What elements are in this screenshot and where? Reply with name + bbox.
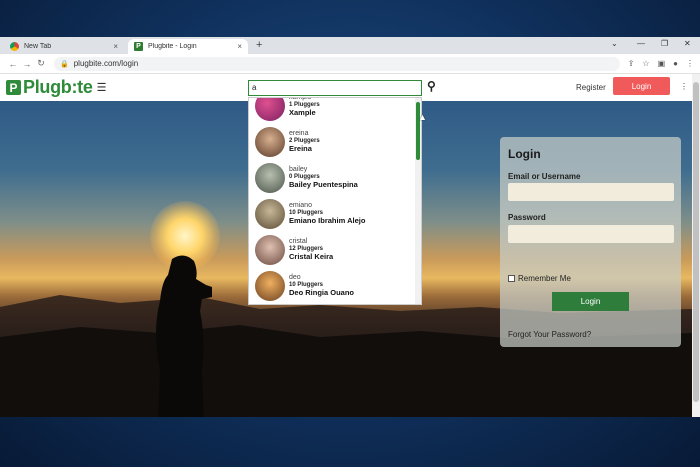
login-button[interactable]: Login bbox=[613, 77, 670, 95]
list-item[interactable]: bailey 0 Pluggers Bailey Puentespina bbox=[255, 160, 415, 196]
result-name: Ereina bbox=[289, 144, 312, 154]
reload-icon[interactable]: ↻ bbox=[34, 58, 48, 69]
minimize-button[interactable]: — bbox=[637, 39, 645, 48]
photographer-silhouette bbox=[156, 255, 212, 417]
menu-icon[interactable]: ⋮ bbox=[686, 59, 694, 68]
tab-title: New Tab bbox=[24, 43, 52, 50]
result-name: Xample bbox=[289, 108, 316, 118]
result-username: bailey bbox=[289, 166, 308, 174]
back-icon[interactable]: ← bbox=[6, 59, 20, 69]
avatar bbox=[255, 199, 285, 229]
result-username: ereina bbox=[289, 130, 309, 138]
list-item[interactable]: xample 1 Pluggers Xample bbox=[255, 98, 415, 124]
dropdown-scrollbar[interactable] bbox=[415, 98, 421, 304]
profile-icon[interactable]: ● bbox=[673, 59, 678, 68]
avatar bbox=[255, 235, 285, 265]
plugbite-logo[interactable]: P Plugb:te bbox=[6, 77, 93, 98]
avatar bbox=[255, 127, 285, 157]
sidebar-icon[interactable]: ▣ bbox=[658, 59, 666, 68]
close-tab-icon[interactable]: × bbox=[237, 42, 242, 51]
mouse-cursor-icon: ▲ bbox=[418, 112, 427, 122]
address-bar: ← → ↻ 🔒 plugbite.com/login ⇪ ☆ ▣ ● ⋮ bbox=[0, 54, 700, 74]
register-link[interactable]: Register bbox=[576, 83, 606, 92]
tab-plugbite-login[interactable]: P Plugbite - Login × bbox=[128, 39, 248, 54]
logo-text: Plugb:te bbox=[23, 77, 93, 97]
remember-checkbox[interactable] bbox=[508, 275, 515, 282]
tab-strip: New Tab × P Plugbite - Login × + ⌄ — ❐ ✕ bbox=[0, 37, 700, 54]
search-input[interactable]: a bbox=[248, 80, 422, 96]
list-item[interactable]: deo 10 Pluggers Deo Ringia Ouano bbox=[255, 268, 415, 304]
result-name: Cristal Keira bbox=[289, 252, 334, 262]
password-label: Password bbox=[508, 213, 546, 222]
forgot-password-link[interactable]: Forgot Your Password? bbox=[508, 330, 591, 339]
result-username: emiano bbox=[289, 202, 312, 210]
email-field[interactable] bbox=[508, 183, 674, 201]
chrome-icon bbox=[10, 42, 19, 51]
list-item[interactable]: cristal 12 Pluggers Cristal Keira bbox=[255, 232, 415, 268]
avatar bbox=[255, 271, 285, 301]
close-tab-icon[interactable]: × bbox=[113, 42, 118, 51]
tab-new-tab[interactable]: New Tab × bbox=[4, 39, 124, 54]
restore-button[interactable]: ❐ bbox=[661, 39, 668, 48]
forward-icon[interactable]: → bbox=[20, 59, 34, 69]
login-title: Login bbox=[508, 147, 541, 161]
password-field[interactable] bbox=[508, 225, 674, 243]
result-name: Bailey Puentespina bbox=[289, 180, 358, 190]
login-panel: Login Email or Username Password Remembe… bbox=[500, 137, 681, 347]
result-name: Emiano Ibrahim Alejo bbox=[289, 216, 366, 226]
list-item[interactable]: emiano 10 Pluggers Emiano Ibrahim Alejo bbox=[255, 196, 415, 232]
result-username: deo bbox=[289, 274, 301, 282]
submit-login-button[interactable]: Login bbox=[552, 292, 629, 311]
remember-me[interactable]: Remember Me bbox=[508, 274, 571, 283]
list-item[interactable]: ereina 2 Pluggers Ereina bbox=[255, 124, 415, 160]
avatar bbox=[255, 98, 285, 121]
close-window-button[interactable]: ✕ bbox=[684, 39, 691, 48]
result-name: Deo Ringia Ouano bbox=[289, 288, 355, 298]
result-username: cristal bbox=[289, 238, 308, 246]
url-field[interactable]: 🔒 plugbite.com/login bbox=[54, 56, 620, 71]
hamburger-menu-icon[interactable]: ☰ bbox=[97, 81, 107, 94]
share-icon[interactable]: ⇪ bbox=[628, 59, 635, 68]
remember-label: Remember Me bbox=[518, 274, 571, 283]
tab-search-icon[interactable]: ⌄ bbox=[611, 39, 618, 48]
email-label: Email or Username bbox=[508, 172, 581, 181]
plugbite-favicon-icon: P bbox=[134, 42, 143, 51]
lock-icon: 🔒 bbox=[60, 60, 69, 68]
avatar bbox=[255, 163, 285, 193]
search-icon[interactable]: ⚲ bbox=[427, 79, 436, 93]
more-options-icon[interactable]: ⋮ bbox=[680, 82, 688, 91]
logo-mark: P bbox=[6, 80, 21, 95]
new-tab-button[interactable]: + bbox=[256, 39, 262, 51]
page-scrollbar[interactable] bbox=[692, 74, 700, 417]
search-results-dropdown: xample 1 Pluggers Xample ereina 2 Plugge… bbox=[248, 97, 422, 305]
toolbar-icons: ⇪ ☆ ▣ ● ⋮ bbox=[628, 59, 694, 68]
tab-title: Plugbite - Login bbox=[148, 43, 197, 50]
url-text: plugbite.com/login bbox=[73, 59, 139, 68]
bookmark-star-icon[interactable]: ☆ bbox=[642, 59, 649, 68]
